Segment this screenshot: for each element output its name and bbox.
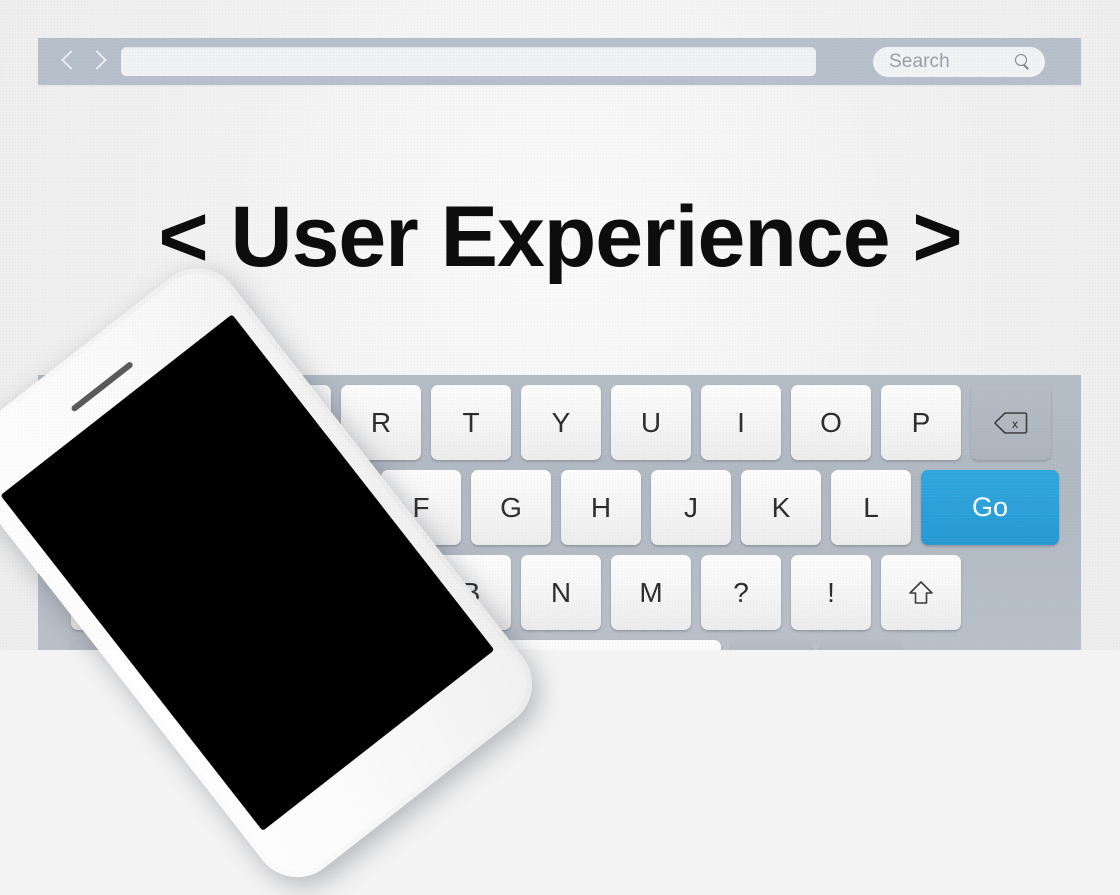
key-question[interactable]: ? — [701, 555, 781, 630]
key-exclamation-label: ! — [827, 576, 835, 608]
key-j-label: J — [684, 491, 698, 523]
key-i[interactable]: I — [701, 385, 781, 460]
key-u[interactable]: U — [611, 385, 691, 460]
key-go-label: Go — [971, 492, 1009, 522]
page-background: Search < User Experience > QWERTYUIOPx A… — [0, 0, 1120, 895]
key-m[interactable]: M — [611, 555, 691, 630]
key-y-label: Y — [551, 406, 571, 438]
key-shift[interactable] — [881, 555, 961, 630]
key-l[interactable]: L — [831, 470, 911, 545]
key-y[interactable]: Y — [521, 385, 601, 460]
key-question-label: ? — [733, 576, 749, 608]
chevron-right-icon[interactable] — [90, 49, 105, 75]
key-o[interactable]: O — [791, 385, 871, 460]
key-p[interactable]: P — [881, 385, 961, 460]
key-k[interactable]: K — [741, 470, 821, 545]
chevron-left-icon[interactable] — [61, 49, 76, 75]
key-dictation[interactable] — [821, 640, 901, 650]
key-u-label: U — [640, 406, 662, 438]
search-input[interactable]: Search — [873, 47, 1045, 77]
key-i-label: I — [737, 406, 745, 438]
key-exclamation[interactable]: ! — [791, 555, 871, 630]
key-go[interactable]: Go — [921, 470, 1059, 545]
key-m-label: M — [639, 576, 663, 608]
key-emoji[interactable] — [731, 640, 811, 650]
svg-text:x: x — [1012, 417, 1018, 431]
key-o-label: O — [820, 406, 842, 438]
key-g[interactable]: G — [471, 470, 551, 545]
key-l-label: L — [863, 491, 879, 523]
backspace-icon: x — [994, 411, 1028, 435]
navigation-arrows — [61, 49, 105, 75]
key-h-label: H — [590, 491, 612, 523]
shift-icon — [907, 579, 935, 607]
browser-toolbar: Search — [38, 38, 1081, 85]
key-p-label: P — [911, 406, 931, 438]
key-n[interactable]: N — [521, 555, 601, 630]
key-t[interactable]: T — [431, 385, 511, 460]
search-placeholder-label: Search — [889, 51, 950, 72]
key-h[interactable]: H — [561, 470, 641, 545]
page-title: < User Experience > — [158, 189, 962, 285]
key-n-label: N — [550, 576, 572, 608]
key-j[interactable]: J — [651, 470, 731, 545]
key-backspace[interactable]: x — [971, 385, 1051, 460]
url-input[interactable] — [121, 47, 816, 76]
key-t-label: T — [462, 406, 480, 438]
key-r-label: R — [370, 406, 392, 438]
magnifier-icon — [1015, 54, 1031, 70]
key-k-label: K — [771, 491, 791, 523]
key-g-label: G — [500, 491, 522, 523]
